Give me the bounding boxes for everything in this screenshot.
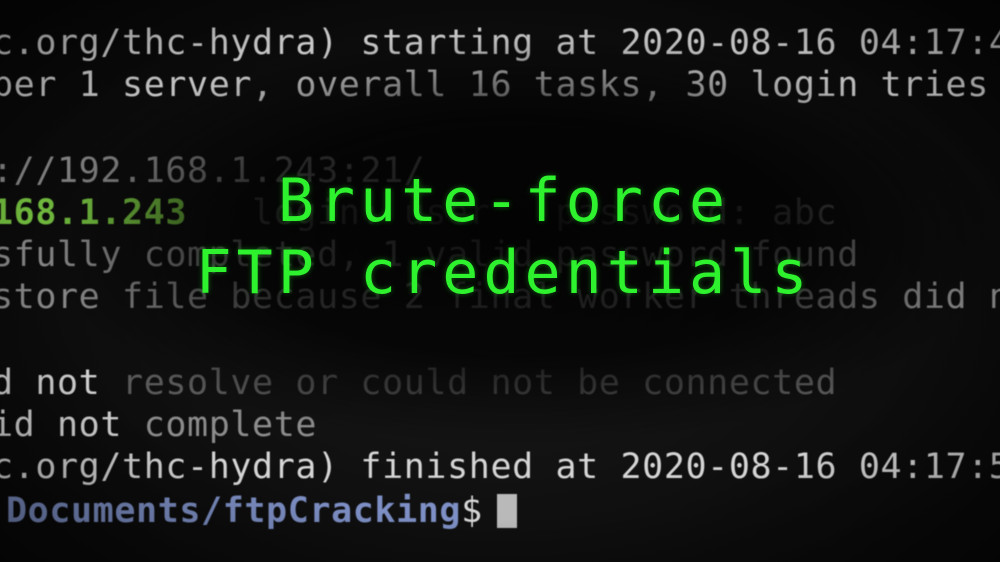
prompt-path: Documents/ftpCracking (6, 491, 462, 531)
resolve-prefix: d not (0, 363, 123, 403)
terminal-line-tasks: per 1 server, overall 16 tasks, 30 login… (0, 65, 989, 105)
prompt-sign: $ (461, 491, 483, 531)
terminal-line-incomplete: id not complete (0, 404, 317, 446)
incomplete-text: complete (143, 405, 318, 445)
video-thumbnail: c.org/thc-hydra) starting at 2020-08-16 … (0, 0, 1000, 562)
terminal-line-resolve: d not resolve or could not be connected (0, 362, 837, 404)
text-cursor (496, 494, 517, 528)
resolve-text: resolve or could not be connected (122, 363, 838, 403)
terminal-line-start: c.org/thc-hydra) starting at 2020-08-16 … (0, 23, 1000, 63)
title-line-2: FTP credentials (195, 238, 813, 308)
terminal-prompt[interactable]: Documents/ftpCracking$ (6, 490, 517, 532)
incomplete-prefix: id not (0, 405, 144, 445)
terminal-line-finished: c.org/thc-hydra) finished at 2020-08-16 … (0, 447, 1000, 487)
title-line-1: Brute-force (277, 166, 731, 236)
